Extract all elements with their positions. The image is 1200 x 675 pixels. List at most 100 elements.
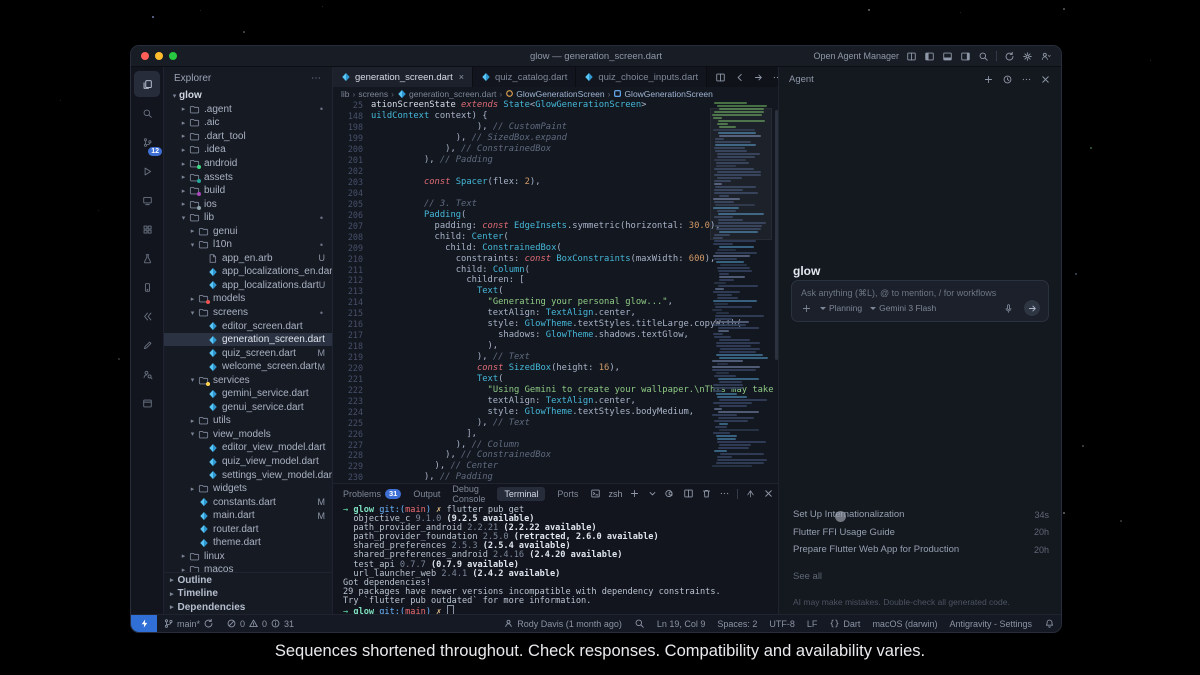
terminal-output[interactable]: → glow git:(main) ✗ flutter pub get obje… — [333, 503, 778, 614]
tree-chevron-icon[interactable]: ▾ — [188, 376, 197, 384]
account-avatar-icon[interactable] — [1040, 51, 1051, 62]
tree-chevron-icon[interactable]: ▸ — [188, 227, 197, 235]
git-branch-status[interactable]: main* — [157, 618, 220, 629]
tree-item--idea[interactable]: ▸ .idea — [164, 143, 332, 157]
minimap[interactable] — [710, 102, 772, 481]
status-item-dart[interactable]: Dart — [823, 618, 866, 629]
tree-item-app-localizations-en-dart[interactable]: app_localizations_en.dartU — [164, 265, 332, 279]
tree-chevron-icon[interactable]: ▸ — [188, 485, 197, 493]
tree-item--dart-tool[interactable]: ▸ .dart_tool — [164, 130, 332, 144]
panel-tab-output[interactable]: Output — [413, 489, 440, 499]
split-icon[interactable] — [683, 488, 694, 499]
chevron-small-icon[interactable] — [647, 488, 658, 499]
remote-indicator[interactable] — [131, 615, 157, 632]
tree-item-genui-service-dart[interactable]: genui_service.dart — [164, 401, 332, 415]
tree-chevron-icon[interactable]: ▾ — [188, 241, 197, 249]
agent-chat-input[interactable]: Ask anything (⌘L), @ to mention, / for w… — [791, 280, 1049, 522]
plus-icon[interactable] — [629, 488, 640, 499]
activity-bar-item-run-debug[interactable] — [134, 158, 160, 184]
tree-item-lib[interactable]: ▾ lib • — [164, 211, 332, 225]
tree-chevron-icon[interactable]: ▸ — [179, 146, 188, 154]
breadcrumb-item[interactable]: lib — [341, 89, 350, 99]
status-item-bell[interactable] — [1038, 618, 1061, 629]
search-icon[interactable] — [978, 51, 989, 62]
tree-item-constants-dart[interactable]: constants.dart M — [164, 495, 332, 509]
tree-item-widgets[interactable]: ▸ widgets — [164, 482, 332, 496]
tree-item-quiz-screen-dart[interactable]: quiz_screen.dart M — [164, 346, 332, 360]
tree-item-generation-screen-dart[interactable]: generation_screen.dart — [164, 332, 332, 347]
close-icon[interactable] — [1040, 74, 1051, 85]
sidebar-section-dependencies[interactable]: ▸ Dependencies — [164, 600, 332, 614]
status-item-utf-8[interactable]: UTF-8 — [763, 619, 801, 629]
minimize-window-button[interactable] — [155, 52, 163, 60]
mode-dropdown[interactable]: Planning — [820, 303, 862, 313]
layout-icon[interactable] — [906, 51, 917, 62]
code-editor[interactable]: 25 ationScreenState extends State<GlowGen… — [333, 100, 778, 483]
task-item[interactable]: Prepare Flutter Web App for Production 20… — [793, 541, 1049, 559]
tree-item-ios[interactable]: ▸ ios — [164, 197, 332, 211]
status-item-ln-19-col-9[interactable]: Ln 19, Col 9 — [651, 619, 712, 629]
tree-chevron-icon[interactable]: ▾ — [179, 214, 188, 222]
breadcrumb[interactable]: lib › screens › generation_screen.dart › GlowG… — [333, 87, 778, 100]
editor-tab-quiz-choice-inputs-dart[interactable]: quiz_choice_inputs.dart — [576, 67, 708, 87]
tree-item-editor-view-model-dart[interactable]: editor_view_model.dart — [164, 441, 332, 455]
maximize-window-button[interactable] — [169, 52, 177, 60]
status-item-search[interactable] — [628, 618, 651, 629]
activity-bar-item-remote-window[interactable] — [134, 187, 160, 213]
tree-item-gemini-service-dart[interactable]: gemini_service.dart — [164, 387, 332, 401]
activity-bar-item-search[interactable] — [134, 100, 160, 126]
model-dropdown[interactable]: Gemini 3 Flash — [870, 303, 936, 313]
activity-bar-item-pen[interactable] — [134, 332, 160, 358]
at-icon[interactable] — [665, 488, 676, 499]
task-item[interactable]: Set Up Internationalization 34s — [793, 506, 1049, 524]
tree-item-linux[interactable]: ▸ linux — [164, 550, 332, 564]
tree-chevron-icon[interactable]: ▸ — [179, 552, 188, 560]
problems-status[interactable]: 0 0 31 — [220, 618, 300, 629]
breadcrumb-item[interactable]: screens — [358, 89, 388, 99]
ellipsis-icon[interactable] — [719, 488, 730, 499]
sidebar-section-outline[interactable]: ▸ Outline — [164, 573, 332, 587]
tab-close-icon[interactable]: × — [459, 72, 464, 82]
activity-bar-item-files[interactable] — [134, 71, 160, 97]
open-agent-manager-button[interactable]: Open Agent Manager — [813, 51, 899, 61]
tree-item-welcome-screen-dart[interactable]: welcome_screen.dart M — [164, 360, 332, 374]
tree-item-router-dart[interactable]: router.dart — [164, 523, 332, 537]
task-item[interactable]: Flutter FFI Usage Guide 20h — [793, 524, 1049, 542]
tree-chevron-icon[interactable]: ▾ — [188, 309, 197, 317]
tree-chevron-icon[interactable]: ▾ — [170, 92, 179, 100]
tree-chevron-icon[interactable]: ▾ — [188, 430, 197, 438]
activity-bar-item-agent-search[interactable] — [134, 361, 160, 387]
tree-item-settings-view-model-dart[interactable]: settings_view_model.dart — [164, 468, 332, 482]
breadcrumb-item[interactable]: generation_screen.dart — [397, 89, 496, 99]
tree-item-screens[interactable]: ▾ screens • — [164, 306, 332, 320]
tree-item--agent[interactable]: ▸ .agent • — [164, 103, 332, 117]
tree-chevron-icon[interactable]: ▸ — [179, 173, 188, 181]
tree-chevron-icon[interactable]: ▸ — [179, 200, 188, 208]
tree-chevron-icon[interactable]: ▸ — [179, 119, 188, 127]
send-button[interactable] — [1024, 300, 1040, 316]
history-icon[interactable] — [1002, 74, 1013, 85]
status-item-antigravity-settings[interactable]: Antigravity - Settings — [943, 619, 1038, 629]
see-all-link[interactable]: See all — [793, 571, 822, 582]
tree-item-services[interactable]: ▾ services — [164, 373, 332, 387]
tree-item-assets[interactable]: ▸ assets — [164, 170, 332, 184]
tree-chevron-icon[interactable]: ▸ — [179, 566, 188, 572]
arrow-left-icon[interactable] — [734, 72, 745, 83]
status-item-macos-darwin-[interactable]: macOS (darwin) — [866, 619, 943, 629]
panel-left-icon[interactable] — [924, 51, 935, 62]
tree-item--aic[interactable]: ▸ .aic — [164, 116, 332, 130]
tree-chevron-icon[interactable]: ▸ — [179, 132, 188, 140]
activity-bar-item-mobile-device[interactable] — [134, 274, 160, 300]
more-icon[interactable] — [1021, 74, 1032, 85]
activity-bar-item-extensions[interactable] — [134, 216, 160, 242]
trash-icon[interactable] — [701, 488, 712, 499]
tree-item-genui[interactable]: ▸ genui — [164, 224, 332, 238]
arrow-right-icon[interactable] — [753, 72, 764, 83]
activity-bar-item-flutter[interactable] — [134, 303, 160, 329]
tree-item-macos[interactable]: ▸ macos — [164, 563, 332, 573]
close-window-button[interactable] — [141, 52, 149, 60]
panel-tab-problems[interactable]: Problems 31 — [343, 488, 402, 499]
mic-icon[interactable] — [1003, 303, 1014, 314]
status-item-lf[interactable]: LF — [801, 619, 824, 629]
panel-right-icon[interactable] — [960, 51, 971, 62]
